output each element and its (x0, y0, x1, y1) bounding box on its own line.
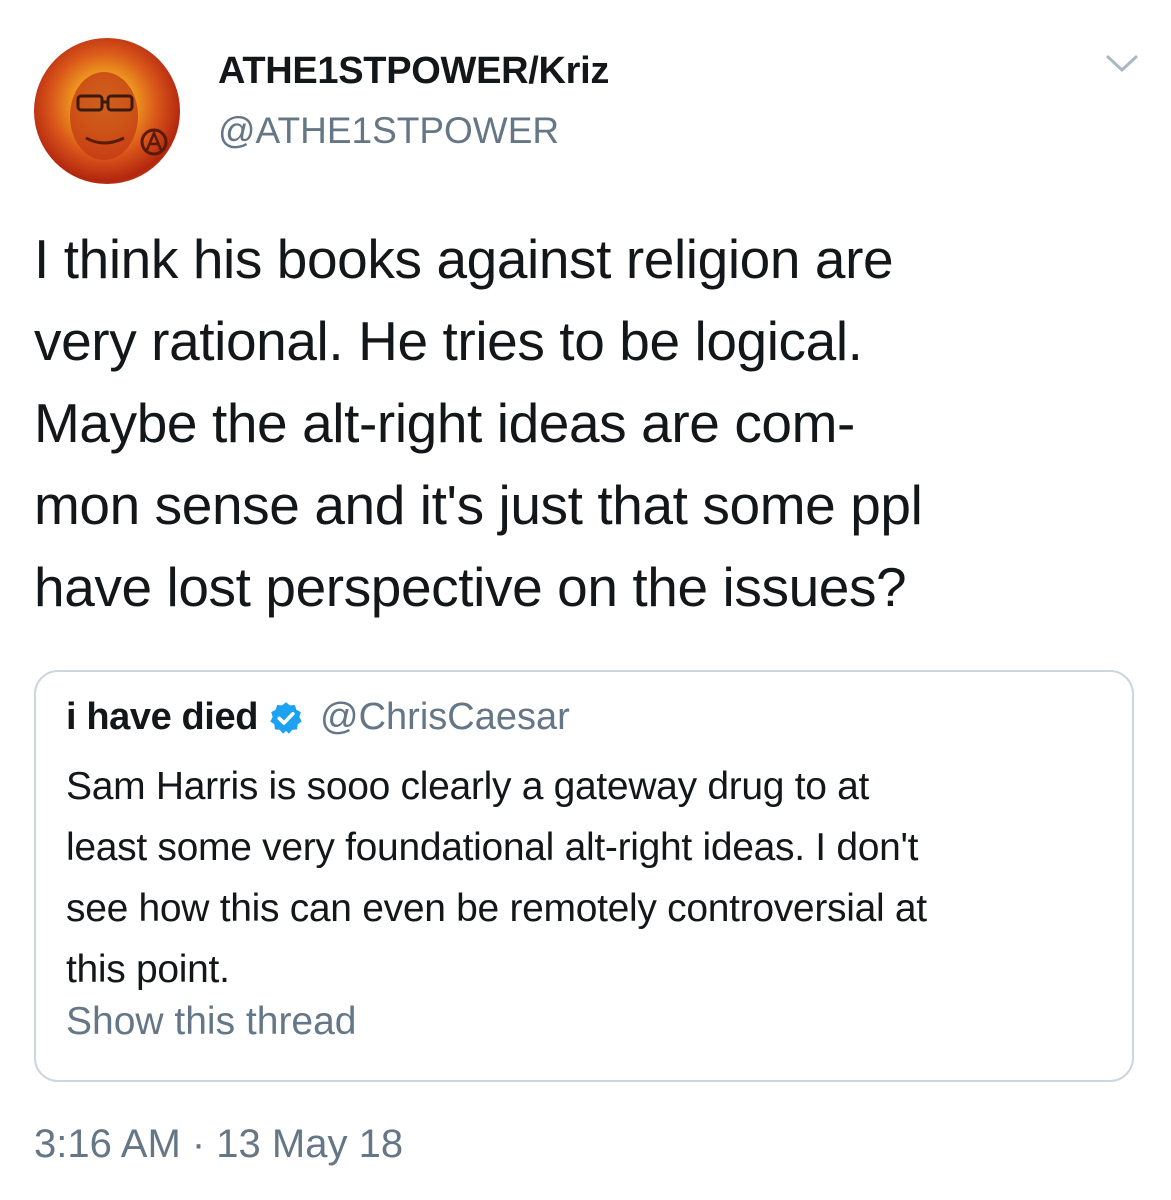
quoted-tweet-card[interactable]: i have died @ChrisCaesar Sam Harris is s… (34, 670, 1134, 1082)
author-handle[interactable]: @ATHE1STPOWER (218, 110, 559, 152)
tweet-timestamp[interactable]: 3:16 AM · 13 May 18 (34, 1122, 403, 1167)
show-thread-link[interactable]: Show this thread (66, 1000, 357, 1044)
author-display-name[interactable]: ATHE1STPOWER/Kriz (218, 50, 609, 93)
quoted-tweet-text: Sam Harris is sooo clearly a gateway dru… (66, 765, 927, 991)
quoted-author-name: i have died (66, 696, 259, 738)
chevron-down-icon[interactable] (1102, 48, 1142, 80)
author-avatar[interactable] (34, 38, 180, 184)
avatar-image (70, 72, 168, 160)
quoted-author-handle: @ChrisCaesar (320, 696, 570, 738)
tweet-text: I think his books against religion are v… (34, 228, 923, 618)
verified-badge-icon (270, 701, 302, 734)
quoted-tweet-header: i have died @ChrisCaesar (66, 696, 570, 739)
